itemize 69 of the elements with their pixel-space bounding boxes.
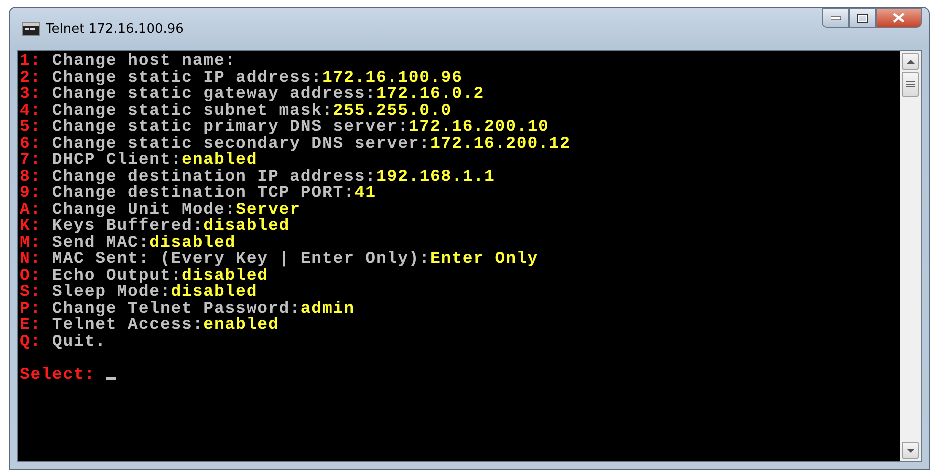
menu-key: 8: xyxy=(20,166,42,186)
menu-key: K: xyxy=(20,216,42,235)
menu-label: Change destination IP address: xyxy=(52,166,376,186)
menu-label: Telnet Access: xyxy=(52,315,204,334)
menu-label: Keys Buffered: xyxy=(52,216,204,235)
menu-label: Change static IP address: xyxy=(52,68,322,86)
menu-key: 5: xyxy=(20,117,42,136)
menu-label: Echo Output: xyxy=(52,266,182,284)
menu-key: P: xyxy=(20,298,42,318)
close-button[interactable] xyxy=(876,8,922,28)
scroll-thumb[interactable] xyxy=(902,72,919,97)
menu-label: DHCP Client: xyxy=(52,150,182,169)
prompt-text: Select: xyxy=(20,364,96,384)
console-icon xyxy=(22,22,40,36)
setting-value: 192.168.1.1 xyxy=(376,166,496,186)
menu-key: 9: xyxy=(20,183,42,202)
menu-label: MAC Sent: (Every Key | Enter Only): xyxy=(52,249,430,268)
setting-value: Enter Only xyxy=(430,249,539,268)
setting-value: 41 xyxy=(354,183,376,202)
setting-value: disabled xyxy=(204,216,290,235)
setting-value: disabled xyxy=(171,282,258,301)
window-title: Telnet 172.16.100.96 xyxy=(46,22,184,36)
menu-key: Q: xyxy=(20,332,42,350)
menu-label: Change static secondary DNS server: xyxy=(52,134,430,152)
scroll-up-button[interactable] xyxy=(902,53,919,70)
menu-label: Send MAC: xyxy=(52,232,150,252)
setting-value: 172.16.200.10 xyxy=(408,117,550,136)
menu-label: Change static gateway address: xyxy=(52,84,376,103)
menu-key: S: xyxy=(20,282,42,301)
scroll-down-button[interactable] xyxy=(902,442,919,459)
grip-icon xyxy=(906,80,915,88)
menu-key: N: xyxy=(20,249,42,268)
menu-label: Quit. xyxy=(52,332,106,350)
setting-value: admin xyxy=(300,298,355,318)
setting-value: disabled xyxy=(150,232,236,252)
menu-label: Change static primary DNS server: xyxy=(52,117,409,136)
setting-value: 172.16.100.96 xyxy=(322,68,463,86)
menu-key: M: xyxy=(20,232,42,252)
menu-label: Change static subnet mask: xyxy=(52,100,334,120)
scrollbar[interactable] xyxy=(900,51,921,461)
menu-label: Change host name: xyxy=(52,51,236,70)
menu-label: Change Unit Mode: xyxy=(52,200,236,218)
maximize-icon xyxy=(857,14,868,22)
minimize-button[interactable] xyxy=(822,8,849,28)
text-cursor xyxy=(106,376,116,380)
menu-key: O: xyxy=(20,266,42,284)
menu-key: 3: xyxy=(20,84,42,103)
setting-value: disabled xyxy=(182,266,268,284)
setting-value: 172.16.200.12 xyxy=(430,134,571,152)
menu-label: Change destination TCP PORT: xyxy=(52,183,355,202)
menu-label: Change Telnet Password: xyxy=(52,298,301,318)
setting-value: 172.16.0.2 xyxy=(376,84,485,103)
menu-key: 7: xyxy=(20,150,42,169)
up-arrow-icon xyxy=(906,60,914,64)
menu-key: 1: xyxy=(20,51,42,70)
close-icon xyxy=(893,13,905,23)
menu-key: 2: xyxy=(20,68,42,86)
setting-value: enabled xyxy=(182,150,258,169)
down-arrow-icon xyxy=(906,448,914,452)
menu-key: A: xyxy=(20,200,42,218)
setting-value: 255.255.0.0 xyxy=(333,100,452,120)
maximize-button[interactable] xyxy=(849,8,876,28)
menu-key: 6: xyxy=(20,134,42,152)
menu-key: E: xyxy=(20,315,42,334)
minimize-icon xyxy=(830,16,840,20)
menu-label: Sleep Mode: xyxy=(52,282,172,301)
menu-key: 4: xyxy=(20,100,42,120)
setting-value: Server xyxy=(236,200,301,218)
setting-value: enabled xyxy=(204,315,280,334)
